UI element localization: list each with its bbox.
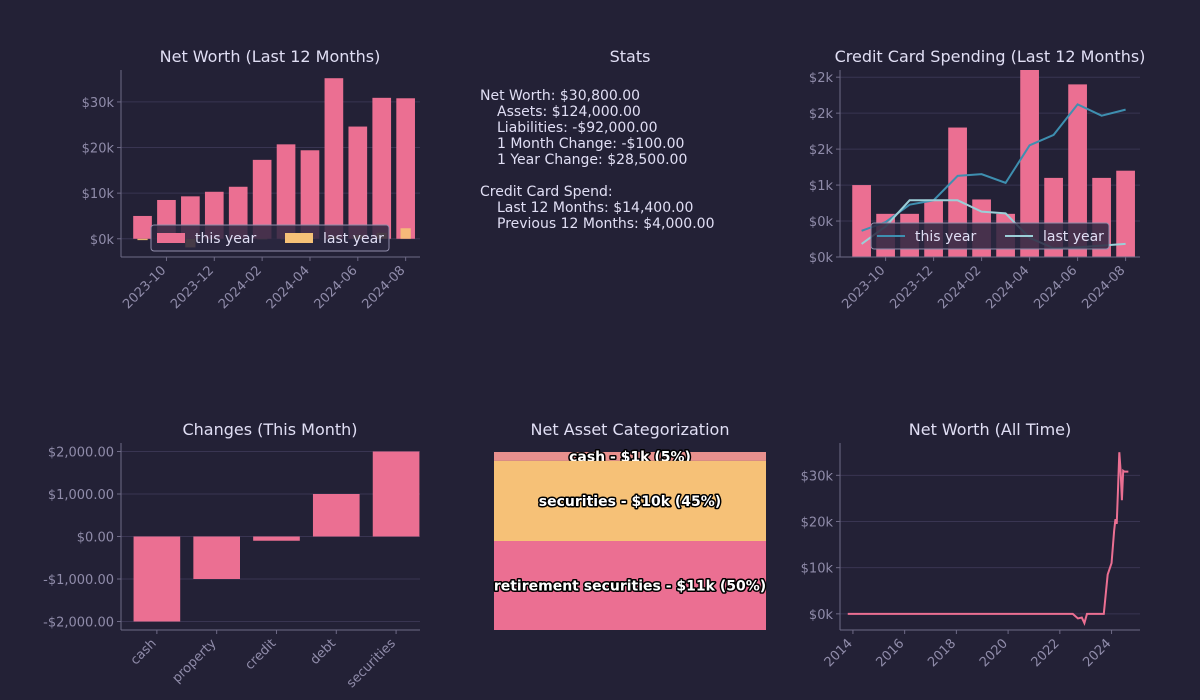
nw12-legend-label: last year <box>323 231 384 247</box>
nw12-y-tick-label: $0k <box>90 233 115 248</box>
chg-bar <box>372 451 420 537</box>
stats-line: Liabilities: -$92,000.00 <box>497 120 658 136</box>
dashboard: Net Worth (Last 12 Months) $0k $10k $20k $3… <box>0 0 1200 700</box>
all-y-tick-label: $30k <box>801 469 834 484</box>
treemap-cell-label: retirement securities - $11k (50%) <box>494 579 766 595</box>
nw12-bar-this-year <box>133 215 152 239</box>
chg-bar <box>253 536 300 541</box>
net-worth-12m-title: Net Worth (Last 12 Months) <box>160 47 381 66</box>
cc-y-tick-label: $2k <box>809 143 834 158</box>
stats-line: Net Worth: $30,800.00 <box>480 88 640 104</box>
nw12-legend-label: this year <box>195 231 256 247</box>
cc-y-tick-label: $0k <box>809 251 834 266</box>
nw12-bar-this-year <box>348 126 368 239</box>
nw12-y-tick-label: $10k <box>82 187 115 202</box>
changes-month-title: Changes (This Month) <box>182 420 357 439</box>
cc-y-tick-label: $0k <box>809 215 834 230</box>
stats-line: Previous 12 Months: $4,000.00 <box>497 216 714 232</box>
stats-line: Credit Card Spend: <box>480 184 613 200</box>
cc-y-tick-label: $1k <box>809 179 834 194</box>
nw12-bar-this-year <box>396 98 415 239</box>
chg-bar <box>312 494 360 537</box>
nw12-y-tick-label: $30k <box>82 96 115 111</box>
chg-bar <box>193 536 241 579</box>
stats-line: Last 12 Months: $14,400.00 <box>497 200 693 216</box>
nw12-bar-last-year <box>137 238 148 241</box>
stats-title: Stats <box>610 47 651 66</box>
nw12-legend-swatch <box>285 233 313 243</box>
nw12-bar-last-year <box>400 228 411 239</box>
stats-line: 1 Month Change: -$100.00 <box>497 136 684 152</box>
chg-bar <box>133 536 181 622</box>
chg-y-tick-label: $1,000.00 <box>48 488 114 503</box>
stats-line: Assets: $124,000.00 <box>497 104 641 120</box>
cc-bar <box>852 185 871 257</box>
cc-y-tick-label: $2k <box>809 107 834 122</box>
nw12-legend-swatch <box>157 233 185 243</box>
all-y-tick-label: $0k <box>809 608 834 623</box>
cc-legend-label: last year <box>1043 229 1104 245</box>
chg-y-tick-label: -$1,000.00 <box>43 573 114 588</box>
all-y-tick-label: $20k <box>801 515 834 530</box>
chg-y-tick-label: $0.00 <box>77 531 114 546</box>
stats-line: 1 Year Change: $28,500.00 <box>497 152 687 168</box>
all-y-tick-label: $10k <box>801 562 834 577</box>
cc-legend-label: this year <box>915 229 976 245</box>
chg-y-tick-label: $2,000.00 <box>48 446 114 461</box>
net-asset-cat-title: Net Asset Categorization <box>531 420 730 439</box>
cc-y-tick-label: $2k <box>809 71 834 86</box>
cc-spending-12m-title: Credit Card Spending (Last 12 Months) <box>835 47 1146 66</box>
nw12-y-tick-label: $20k <box>82 142 115 157</box>
treemap-cell-label: securities - $10k (45%) <box>539 494 721 510</box>
nw12-bar-this-year <box>372 97 392 239</box>
net-worth-all-title: Net Worth (All Time) <box>909 420 1071 439</box>
chg-y-tick-label: -$2,000.00 <box>43 616 114 631</box>
nw12-bar-this-year <box>324 78 344 239</box>
